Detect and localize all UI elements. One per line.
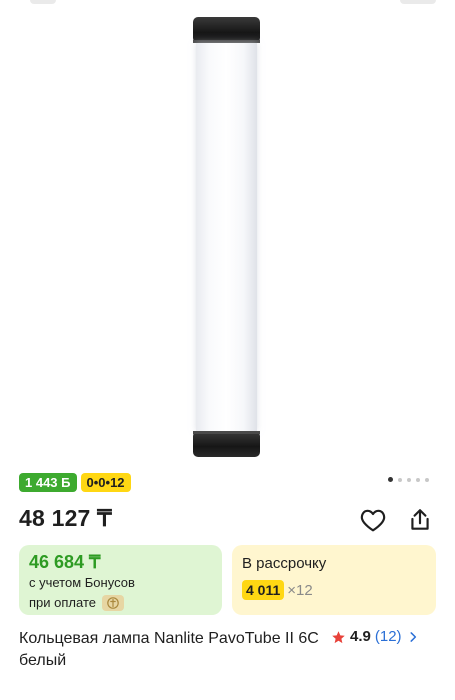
product-title: Кольцевая лампа Nanlite PavoTube II 6C б… <box>19 630 319 669</box>
gallery-dot[interactable] <box>398 477 402 482</box>
heart-outline-icon <box>360 509 386 532</box>
favorite-button[interactable] <box>358 505 388 535</box>
share-button[interactable] <box>405 505 435 535</box>
tube-cap-top <box>193 17 260 43</box>
payment-caption: при оплате <box>29 595 96 610</box>
installment-amount: 4 011 <box>242 580 285 600</box>
chevron-right-icon <box>410 632 416 642</box>
product-image-gallery[interactable] <box>0 0 455 470</box>
bonus-caption: с учетом Бонусов <box>29 575 135 590</box>
bonus-price: 46 684 ₸ <box>29 552 101 572</box>
rating-value: 4.9 <box>350 628 371 645</box>
gallery-pagination <box>388 477 429 482</box>
product-image <box>193 17 260 457</box>
bonus-price-card[interactable]: 46 684 ₸ с учетом Бонусов при оплате <box>19 545 222 615</box>
star-icon <box>332 630 345 643</box>
gallery-dot[interactable] <box>416 477 420 482</box>
bonus-badge: 1 443 Б <box>19 473 77 492</box>
installment-months: ×12 <box>287 581 313 599</box>
gallery-dot[interactable] <box>407 477 411 482</box>
product-price: 48 127 ₸ <box>19 505 112 531</box>
kaspi-logo-icon <box>101 595 124 611</box>
installment-card[interactable]: В рассрочку 4 011 ×12 <box>232 545 436 615</box>
installment-badge: 0•0•12 <box>80 473 131 492</box>
promo-badges: 1 443 Б 0•0•12 <box>19 473 131 492</box>
share-icon <box>411 509 429 530</box>
gallery-dot[interactable] <box>425 477 429 482</box>
gallery-dot[interactable] <box>388 477 393 482</box>
review-count: (12) <box>374 628 402 645</box>
product-rating[interactable]: 4.9 (12) <box>331 628 420 646</box>
tube-cap-bottom <box>193 431 260 457</box>
installment-title: В рассрочку <box>242 555 327 572</box>
tube-light <box>196 43 257 431</box>
